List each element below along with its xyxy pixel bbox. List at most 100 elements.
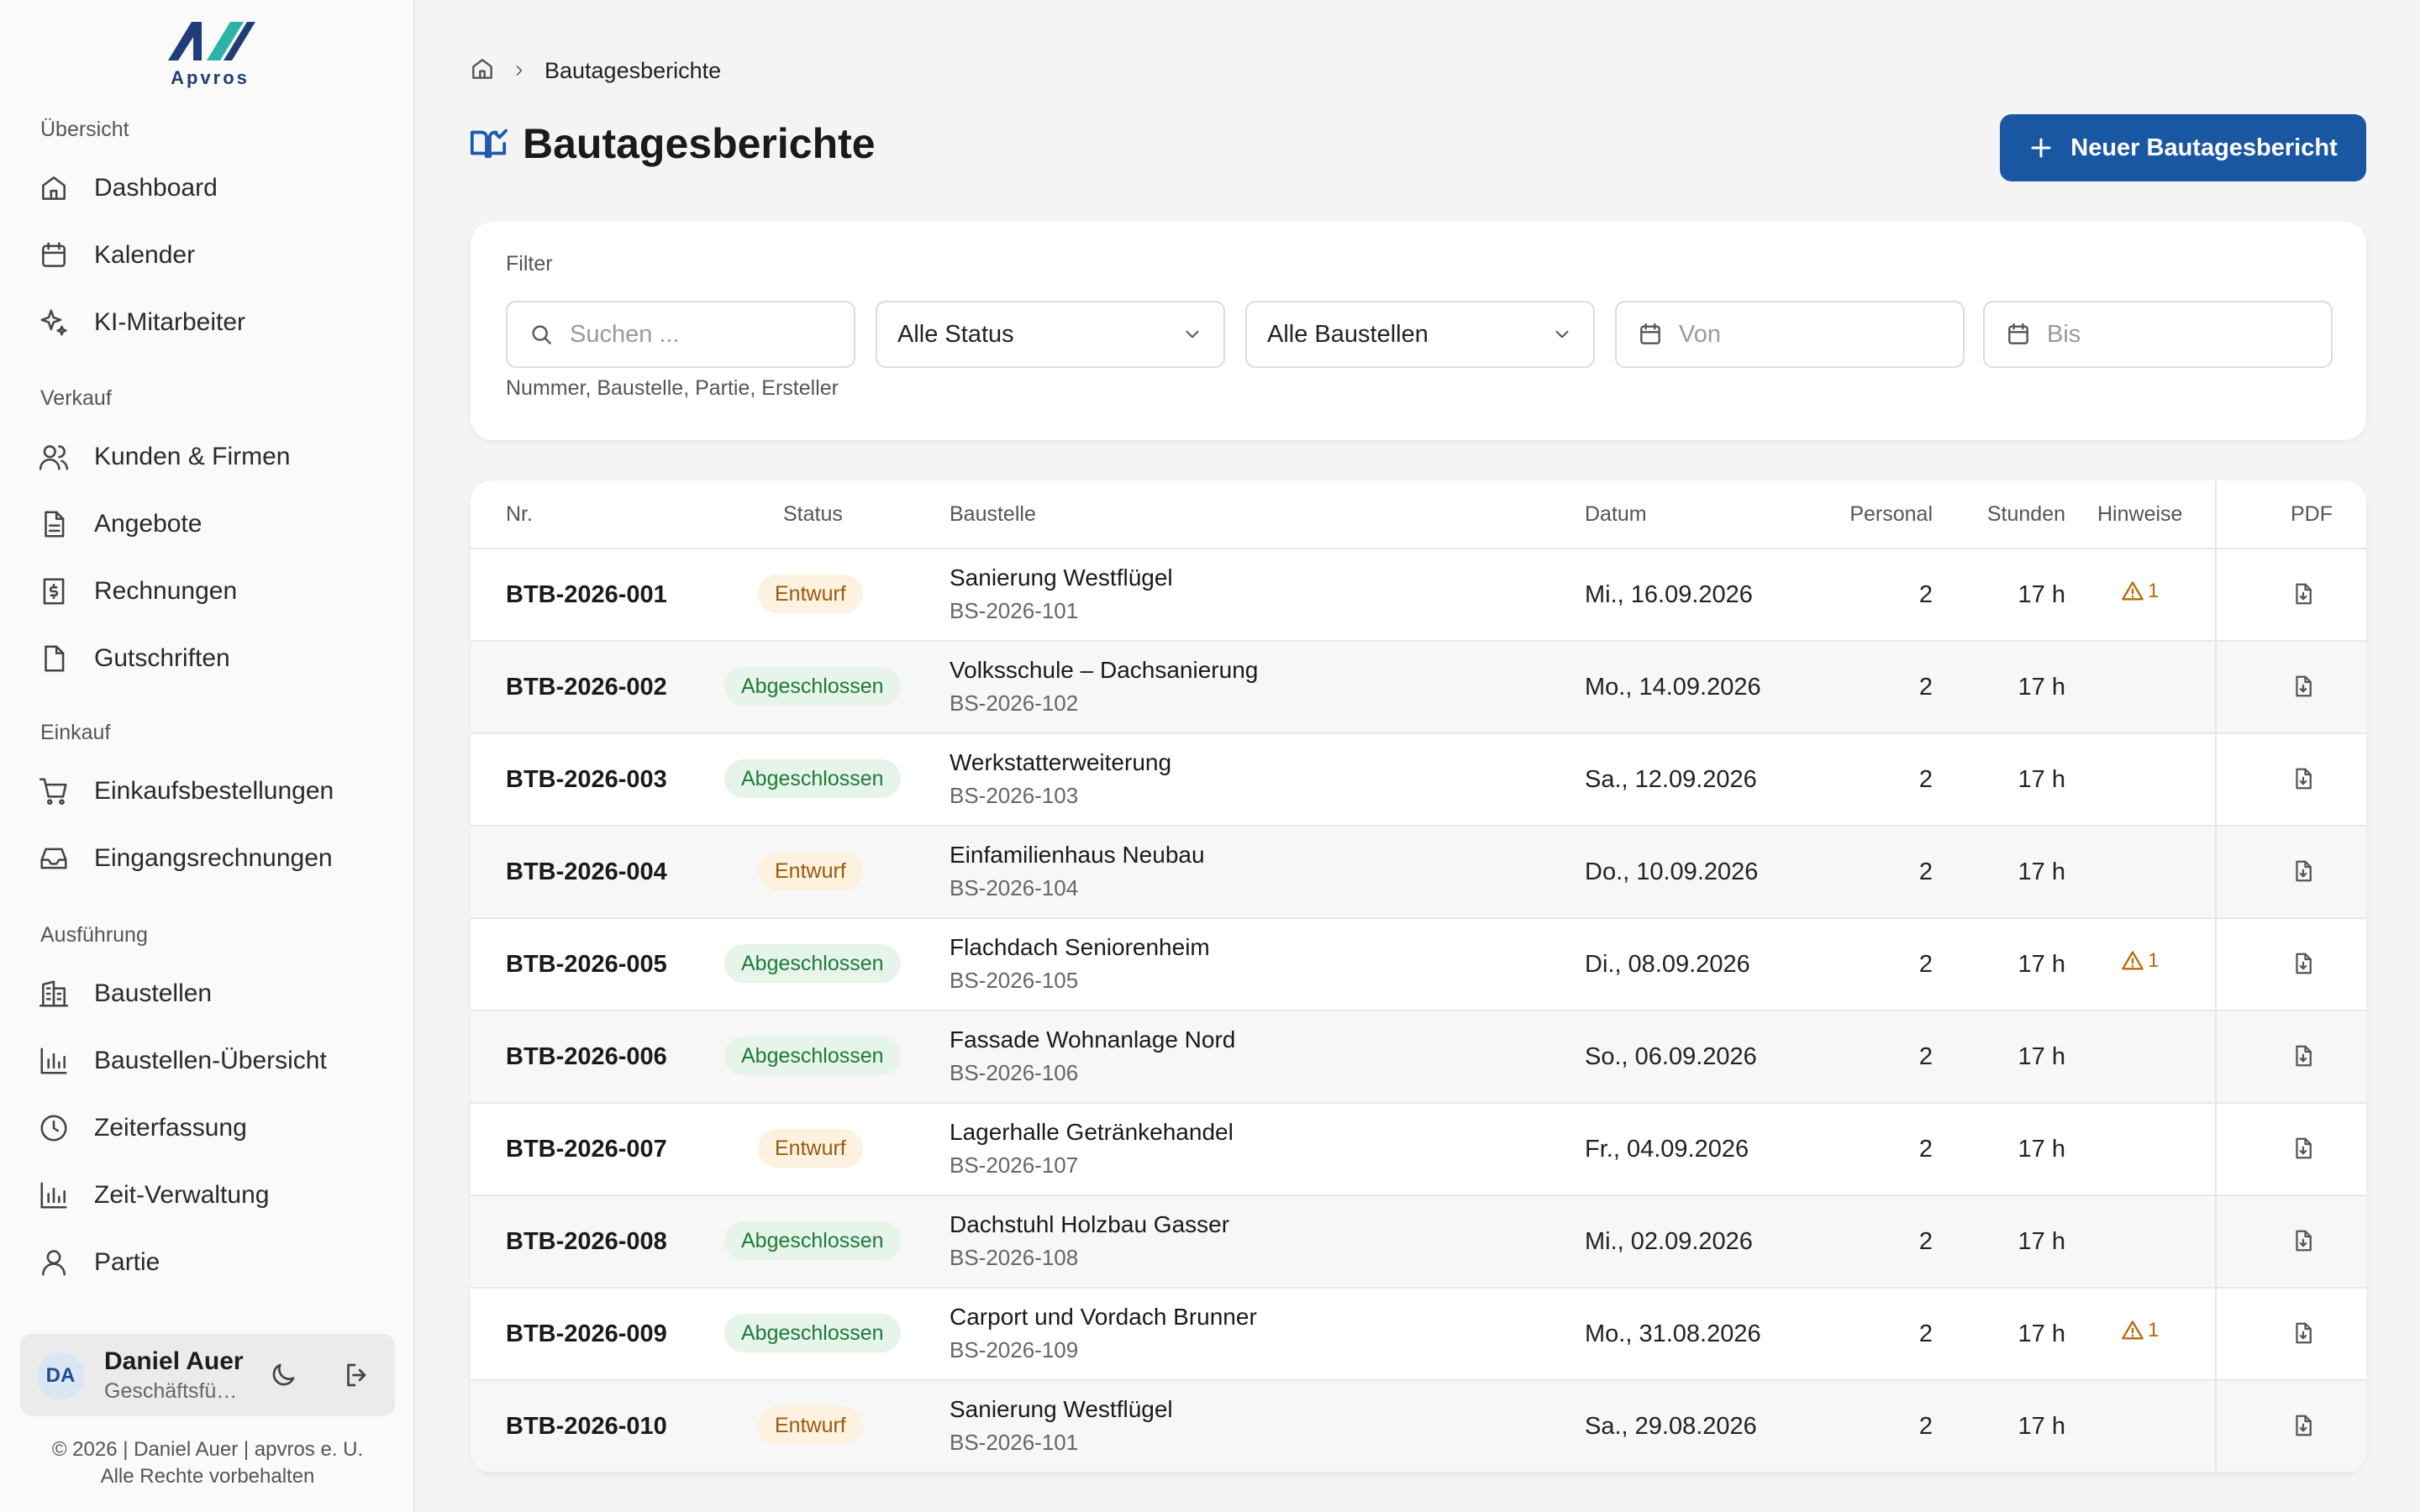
hours-value: 17 h	[2018, 1136, 2065, 1163]
table-row[interactable]: BTB-2026-007 Entwurf Lagerhalle Getränkeha…	[471, 1104, 2366, 1196]
sidebar-item-label: Dashboard	[94, 174, 218, 202]
report-date: Mi., 02.09.2026	[1585, 1228, 1753, 1255]
site-code: BS-2026-101	[950, 598, 1079, 623]
report-number: BTB-2026-008	[506, 1228, 667, 1255]
user-name: Daniel Auer	[104, 1347, 244, 1375]
sidebar-item-zeiterfassung[interactable]: Zeiterfassung	[37, 1101, 390, 1155]
notes-indicator[interactable]: 1	[2121, 949, 2159, 973]
pdf-download-button[interactable]	[2291, 581, 2316, 606]
notes-indicator[interactable]: 1	[2121, 580, 2159, 603]
sidebar-section-label: Übersicht	[40, 118, 129, 141]
sidebar: Apvros Übersicht Dashboard Kalender KI-Mita…	[0, 0, 415, 1512]
sidebar-item-baustellen-übersicht[interactable]: Baustellen-Übersicht	[37, 1034, 390, 1088]
hours-value: 17 h	[2018, 858, 2065, 885]
calendar-icon	[1640, 323, 1660, 344]
report-number: BTB-2026-004	[506, 858, 667, 885]
column-header-status[interactable]: Status	[783, 502, 843, 527]
chevron-down-icon	[1186, 330, 1199, 339]
column-header-notes[interactable]: Hinweise	[2097, 502, 2182, 527]
theme-toggle-button[interactable]	[266, 1357, 301, 1393]
filter-hint: Nummer, Baustelle, Partie, Ersteller	[506, 376, 839, 400]
sidebar-item-label: Einkaufsbestellungen	[94, 777, 334, 805]
table-row[interactable]: BTB-2026-010 Entwurf Sanierung Westflügel B…	[471, 1381, 2366, 1473]
pdf-download-button[interactable]	[2291, 858, 2316, 884]
hours-value: 17 h	[2018, 581, 2065, 608]
site-name: Sanierung Westflügel	[950, 564, 1173, 591]
sidebar-item-rechnungen[interactable]: Rechnungen	[37, 564, 390, 618]
column-header-site[interactable]: Baustelle	[950, 502, 1036, 527]
sidebar-item-ki-mitarbeiter[interactable]: KI-Mitarbeiter	[37, 296, 390, 349]
column-header-staff[interactable]: Personal	[1817, 502, 1933, 527]
column-header-hours[interactable]: Stunden	[1948, 502, 2065, 527]
file-download-icon	[2296, 583, 2312, 605]
breadcrumb-home-link[interactable]	[469, 55, 496, 87]
table-row[interactable]: BTB-2026-002 Abgeschlossen Volksschule – D…	[471, 642, 2366, 734]
file-download-icon	[2296, 1230, 2312, 1252]
notes-indicator[interactable]: 1	[2121, 1319, 2159, 1342]
logout-icon	[347, 1363, 366, 1387]
pdf-download-button[interactable]	[2291, 1413, 2316, 1438]
sidebar-item-partie[interactable]: Partie	[37, 1236, 390, 1289]
sidebar-item-zeit-verwaltung[interactable]: Zeit-Verwaltung	[37, 1168, 390, 1222]
status-badge: Entwurf	[758, 1406, 863, 1445]
table-row[interactable]: BTB-2026-009 Abgeschlossen Carport und Vor…	[471, 1289, 2366, 1381]
date-from-input[interactable]: Von	[1615, 301, 1965, 368]
table-row[interactable]: BTB-2026-003 Abgeschlossen Werkstatterweit…	[471, 734, 2366, 827]
pdf-download-button[interactable]	[2291, 951, 2316, 976]
status-badge: Abgeschlossen	[724, 1221, 901, 1260]
site-name: Carport und Vordach Brunner	[950, 1304, 1257, 1330]
table-row[interactable]: BTB-2026-005 Abgeschlossen Flachdach Senio…	[471, 919, 2366, 1011]
table-row[interactable]: BTB-2026-004 Entwurf Einfamilienhaus Neuba…	[471, 827, 2366, 919]
site-name: Lagerhalle Getränkehandel	[950, 1119, 1234, 1145]
sidebar-section-label: Ausführung	[40, 923, 148, 947]
sidebar-item-kalender[interactable]: Kalender	[37, 228, 390, 282]
sidebar-item-label: Rechnungen	[94, 577, 238, 605]
pdf-download-button[interactable]	[2291, 674, 2316, 699]
pdf-download-button[interactable]	[2291, 1136, 2316, 1161]
page-title: Bautagesberichte	[523, 120, 876, 167]
column-header-nr[interactable]: Nr.	[506, 502, 533, 527]
sidebar-item-kunden-firmen[interactable]: Kunden & Firmen	[37, 430, 390, 484]
site-name: Einfamilienhaus Neubau	[950, 842, 1205, 868]
date-to-input[interactable]: Bis	[1983, 301, 2333, 368]
file-icon	[37, 642, 71, 675]
new-report-button[interactable]: Neuer Bautagesbericht	[2000, 114, 2366, 181]
staff-count: 2	[1918, 858, 1933, 885]
dollar-file-icon	[37, 575, 71, 608]
pdf-download-button[interactable]	[2291, 1043, 2316, 1068]
logout-button[interactable]	[339, 1357, 375, 1393]
sidebar-item-einkaufsbestellungen[interactable]: Einkaufsbestellungen	[37, 764, 390, 818]
pdf-download-button[interactable]	[2291, 1228, 2316, 1253]
sidebar-item-label: Baustellen	[94, 979, 213, 1007]
file-download-icon	[2296, 953, 2312, 974]
sidebar-item-angebote[interactable]: Angebote	[37, 497, 390, 551]
hours-value: 17 h	[2018, 766, 2065, 793]
calendar-icon	[2008, 323, 2028, 344]
status-badge: Entwurf	[758, 1129, 863, 1168]
calendar-icon	[37, 239, 71, 272]
column-header-date[interactable]: Datum	[1585, 502, 1647, 527]
table-row[interactable]: BTB-2026-006 Abgeschlossen Fassade Wohnanl…	[471, 1011, 2366, 1104]
sidebar-item-dashboard[interactable]: Dashboard	[37, 161, 390, 215]
table-row[interactable]: BTB-2026-008 Abgeschlossen Dachstuhl Holzb…	[471, 1196, 2366, 1289]
status-badge: Abgeschlossen	[724, 1037, 901, 1075]
user-card[interactable]: DA Daniel Auer Geschäftsführer	[20, 1334, 395, 1416]
sidebar-item-gutschriften[interactable]: Gutschriften	[37, 632, 390, 685]
bar-chart-icon	[37, 1044, 71, 1078]
search-input[interactable]: Suchen ...	[506, 301, 855, 368]
sidebar-item-label: Angebote	[94, 510, 203, 538]
brand-logo[interactable]: Apvros	[160, 17, 260, 88]
sidebar-section-label: Verkauf	[40, 386, 112, 410]
inbox-icon	[37, 842, 71, 875]
status-select[interactable]: Alle Status	[876, 301, 1225, 368]
sidebar-item-eingangsrechnungen[interactable]: Eingangsrechnungen	[37, 832, 390, 885]
sidebar-item-baustellen[interactable]: Baustellen	[37, 967, 390, 1021]
home-icon	[472, 58, 492, 79]
table-row[interactable]: BTB-2026-001 Entwurf Sanierung Westflügel B…	[471, 549, 2366, 642]
pdf-download-button[interactable]	[2291, 1320, 2316, 1346]
hours-value: 17 h	[2018, 1413, 2065, 1440]
pdf-download-button[interactable]	[2291, 766, 2316, 791]
site-select[interactable]: Alle Baustellen	[1245, 301, 1595, 368]
report-number: BTB-2026-010	[506, 1413, 667, 1440]
report-date: Mo., 14.09.2026	[1585, 674, 1761, 701]
